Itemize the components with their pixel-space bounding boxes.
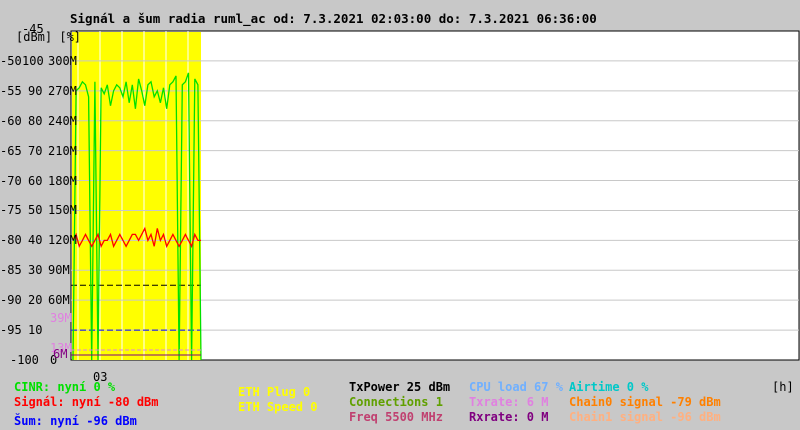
- y-tick-rate: 150M: [48, 203, 77, 218]
- y-tick-pct: 100: [22, 53, 44, 68]
- y-tick-dbm: -80: [0, 233, 22, 248]
- legend-item: CPU load 67 %: [469, 380, 563, 394]
- y-tick-pct: 10: [28, 323, 43, 338]
- y-tick-rate: 180M: [48, 173, 77, 188]
- y-tick-pct: 30: [28, 263, 43, 278]
- legend-item: Chain1 signal -96 dBm: [569, 410, 721, 424]
- y-tick-rate: 120M: [48, 233, 77, 248]
- y-tick-pct: 20: [28, 293, 43, 308]
- y-tick-pct: 80: [28, 113, 43, 128]
- y-tick-dbm: -70: [0, 173, 22, 188]
- chart-svg: [70, 30, 800, 361]
- y-axis-units: [dBm] [%]: [16, 30, 82, 44]
- y-tick-pct: 40: [28, 233, 43, 248]
- legend-item: Txrate: 6 M: [469, 395, 549, 409]
- y-tick-rate: 60M: [48, 293, 70, 308]
- y-tick-rate: 300M: [48, 53, 77, 68]
- y-tick-dbm: -75: [0, 203, 22, 218]
- y-tick-rate: 90M: [48, 263, 70, 278]
- y-tick-pct: 50: [28, 203, 43, 218]
- y-tick-rate: 210M: [48, 143, 77, 158]
- legend-item: Connections 1: [349, 395, 443, 409]
- y-tick-dbm: -65: [0, 143, 22, 158]
- y-tick-pct: 90: [28, 83, 43, 98]
- y-tick-rate-extra: 39M: [50, 311, 72, 326]
- legend-item: ETH Plug 0: [238, 385, 311, 399]
- y-tick-dbm: -95: [0, 323, 22, 338]
- legend-item: Signál: nyní -80 dBm: [14, 395, 159, 409]
- y-tick-rate: 270M: [48, 83, 77, 98]
- legend-item: ETH Speed 0: [238, 400, 318, 414]
- y-tick-rate: 240M: [48, 113, 77, 128]
- x-unit: [h]: [772, 380, 794, 394]
- y-tick-pct: 60: [28, 173, 43, 188]
- y-tick-dbm: -85: [0, 263, 22, 278]
- y-tick-pct: 70: [28, 143, 43, 158]
- legend-item: Šum: nyní -96 dBm: [14, 414, 137, 428]
- y-tick-dbm: -100: [10, 353, 39, 367]
- legend-item: TxPower 25 dBm: [349, 380, 451, 394]
- legend-item: Airtime 0 %: [569, 380, 649, 394]
- y-tick-rate-extra: 6M: [53, 347, 68, 362]
- y-tick-dbm: -55: [0, 83, 22, 98]
- legend-item: Chain0 signal -79 dBm: [569, 395, 721, 409]
- y-tick-dbm: -60: [0, 113, 22, 128]
- legend-item: CINR: nyní 0 %: [14, 380, 116, 394]
- y-tick-dbm: -50: [0, 53, 22, 68]
- y-tick-dbm: -90: [0, 293, 22, 308]
- legend-item: Rxrate: 0 M: [469, 410, 549, 424]
- legend-item: Freq 5500 MHz: [349, 410, 443, 424]
